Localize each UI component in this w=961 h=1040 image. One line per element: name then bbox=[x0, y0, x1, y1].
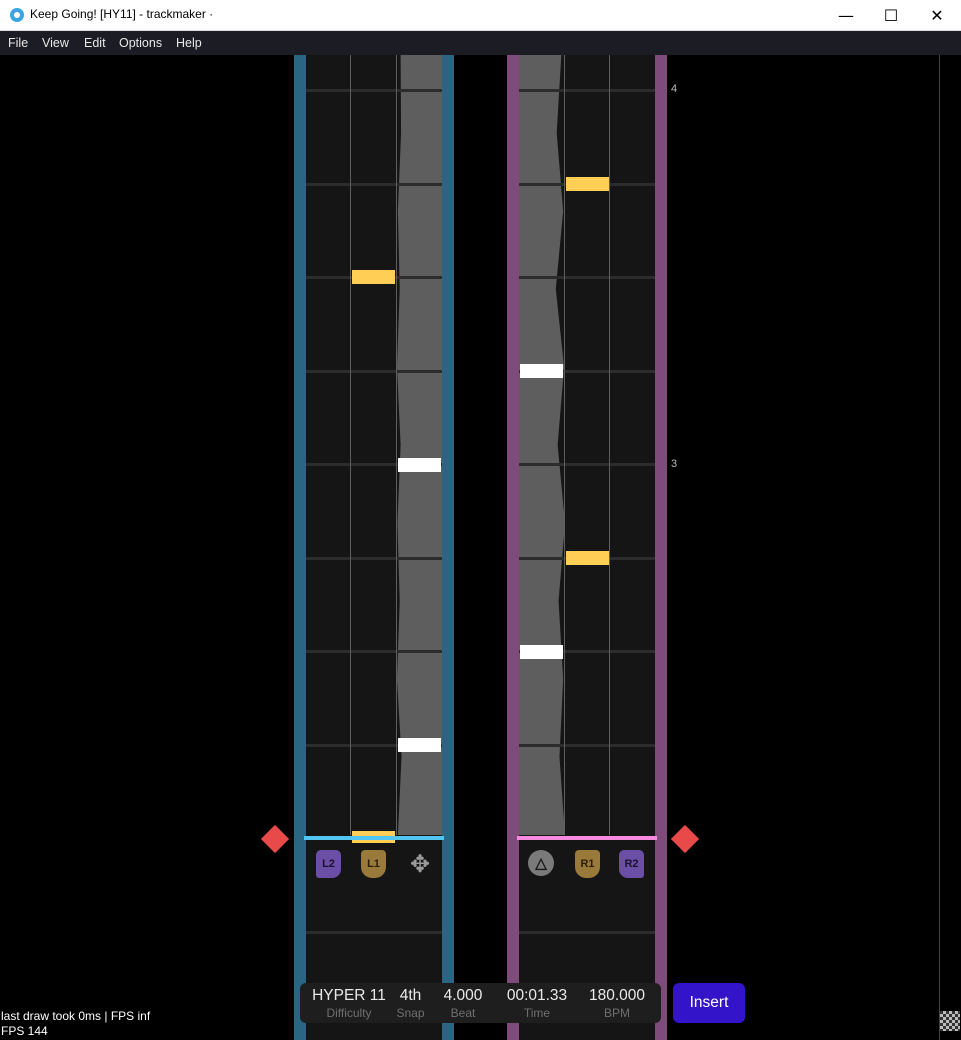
beat-number-label: 3 bbox=[671, 458, 678, 470]
window-title: Keep Going! [HY11] - trackmaker · bbox=[30, 7, 214, 21]
bpm-stat[interactable]: 180.000 BPM bbox=[583, 987, 651, 1020]
note[interactable] bbox=[398, 738, 441, 752]
status-bar: HYPER 11 Difficulty 4th Snap 4.000 Beat … bbox=[300, 983, 661, 1023]
l1-bumper-icon: L1 bbox=[361, 850, 386, 878]
snap-label: Snap bbox=[396, 1006, 425, 1020]
note[interactable] bbox=[566, 551, 609, 565]
beat-gridline bbox=[519, 744, 655, 747]
menu-help[interactable]: Help bbox=[176, 36, 202, 50]
time-stat[interactable]: 00:01.33 Time bbox=[501, 987, 573, 1020]
time-value: 00:01.33 bbox=[506, 987, 568, 1004]
note[interactable] bbox=[352, 270, 395, 284]
debug-draw-time: last draw took 0ms | FPS inf bbox=[1, 1009, 151, 1023]
note[interactable] bbox=[566, 177, 609, 191]
lane-divider bbox=[564, 55, 565, 835]
r2-trigger-icon: R2 bbox=[619, 850, 644, 878]
title-bar: Keep Going! [HY11] - trackmaker · — ☐ ✕ bbox=[0, 0, 961, 31]
right-lane-rail bbox=[655, 55, 667, 1040]
left-lane-rail bbox=[294, 55, 306, 1040]
r1-bumper-icon: R1 bbox=[575, 850, 600, 878]
beat-gridline bbox=[306, 89, 442, 92]
menu-bar: File View Edit Options Help bbox=[0, 31, 961, 55]
beat-gridline bbox=[519, 276, 655, 279]
menu-file[interactable]: File bbox=[8, 36, 28, 50]
canvas-edge bbox=[939, 55, 940, 1040]
beat-stat[interactable]: 4.000 Beat bbox=[438, 987, 488, 1020]
insert-button[interactable]: Insert bbox=[673, 983, 745, 1023]
minimize-button[interactable]: — bbox=[823, 0, 869, 31]
bpm-label: BPM bbox=[603, 1006, 630, 1020]
resize-grip-icon[interactable] bbox=[940, 1011, 960, 1031]
app-logo-icon bbox=[10, 8, 24, 22]
beat-gridline bbox=[519, 931, 655, 934]
beat-number-label: 4 bbox=[671, 83, 678, 95]
note[interactable] bbox=[520, 645, 563, 659]
lane-divider bbox=[350, 55, 351, 835]
left-judgment-line bbox=[304, 836, 444, 840]
lane-divider bbox=[396, 55, 397, 835]
chart-editor-canvas[interactable]: 4 3 L2 L1 ✥ △ R1 R2 HYPER 11 Difficulty … bbox=[0, 55, 961, 1040]
menu-options[interactable]: Options bbox=[119, 36, 162, 50]
difficulty-label: Difficulty bbox=[326, 1006, 372, 1020]
note[interactable] bbox=[520, 364, 563, 378]
difficulty-value: HYPER 11 bbox=[312, 987, 386, 1004]
debug-fps: FPS 144 bbox=[1, 1024, 48, 1038]
beat-gridline bbox=[306, 650, 442, 653]
close-button[interactable]: ✕ bbox=[914, 0, 960, 31]
left-lane-rail bbox=[442, 55, 454, 1040]
playhead-marker-left[interactable] bbox=[260, 824, 290, 854]
l2-trigger-icon: L2 bbox=[316, 850, 341, 878]
menu-view[interactable]: View bbox=[42, 36, 69, 50]
waveform bbox=[397, 55, 442, 835]
bpm-value: 180.000 bbox=[588, 987, 646, 1004]
time-label: Time bbox=[523, 1006, 551, 1020]
beat-gridline bbox=[519, 89, 655, 92]
playhead-marker-right[interactable] bbox=[670, 824, 700, 854]
difficulty-stat[interactable]: HYPER 11 Difficulty bbox=[310, 987, 388, 1020]
lane-divider bbox=[609, 55, 610, 835]
triangle-button-icon: △ bbox=[528, 850, 554, 876]
menu-edit[interactable]: Edit bbox=[84, 36, 106, 50]
beat-gridline bbox=[306, 931, 442, 934]
snap-stat[interactable]: 4th Snap bbox=[393, 987, 428, 1020]
right-lane-rail bbox=[507, 55, 519, 1040]
beat-gridline bbox=[306, 183, 442, 186]
beat-gridline bbox=[519, 463, 655, 466]
note[interactable] bbox=[398, 458, 441, 472]
dpad-icon: ✥ bbox=[409, 850, 431, 878]
right-judgment-line bbox=[517, 836, 657, 840]
beat-gridline bbox=[306, 370, 442, 373]
beat-gridline bbox=[306, 557, 442, 560]
maximize-button[interactable]: ☐ bbox=[868, 0, 914, 31]
beat-value: 4.000 bbox=[443, 987, 483, 1004]
snap-value: 4th bbox=[399, 987, 422, 1004]
beat-label: Beat bbox=[450, 1006, 476, 1020]
